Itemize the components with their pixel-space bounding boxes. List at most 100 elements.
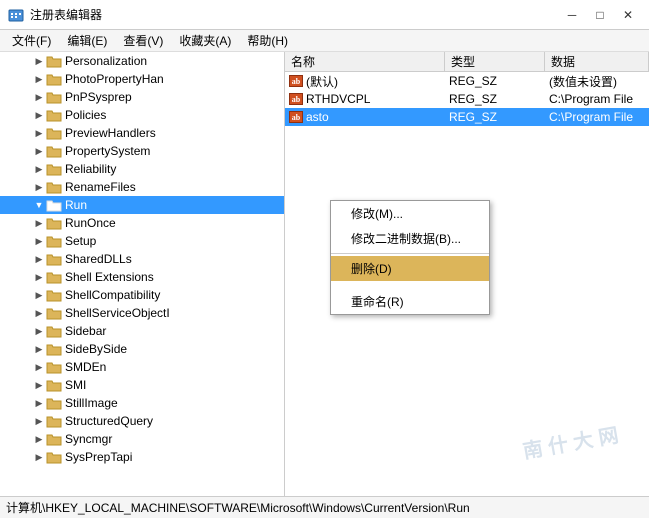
tree-arrow-icon[interactable]: ▶ — [32, 360, 46, 374]
tree-item-label: SMI — [65, 378, 86, 392]
tree-item-label: StillImage — [65, 396, 118, 410]
tree-item[interactable]: ▶ PreviewHandlers — [0, 124, 284, 142]
tree-arrow-icon[interactable]: ▶ — [32, 90, 46, 104]
menu-item[interactable]: 查看(V) — [115, 30, 171, 51]
tree-arrow-icon[interactable]: ▶ — [32, 72, 46, 86]
col-type: 类型 — [445, 52, 545, 71]
tree-item-label: Setup — [65, 234, 96, 248]
tree-arrow-icon[interactable]: ▶ — [32, 342, 46, 356]
tree-item[interactable]: ▶ Policies — [0, 106, 284, 124]
tree-arrow-icon[interactable]: ▶ — [32, 450, 46, 464]
tree-item[interactable]: ▶ SharedDLLs — [0, 250, 284, 268]
tree-item-label: PnPSysprep — [65, 90, 132, 104]
reg-value-icon: ab — [289, 93, 303, 105]
tree-arrow-icon[interactable]: ▶ — [32, 270, 46, 284]
menu-item[interactable]: 帮助(H) — [239, 30, 296, 51]
reg-value-icon: ab — [289, 75, 303, 87]
tree-item[interactable]: ▶ StructuredQuery — [0, 412, 284, 430]
tree-item[interactable]: ▶ SideBySide — [0, 340, 284, 358]
table-header: 名称 类型 数据 — [285, 52, 649, 72]
value-name: asto — [306, 110, 329, 124]
tree-arrow-icon[interactable]: ▶ — [32, 288, 46, 302]
tree-item[interactable]: ▶ StillImage — [0, 394, 284, 412]
tree-arrow-icon[interactable]: ▶ — [32, 54, 46, 68]
tree-item[interactable]: ▶ RenameFiles — [0, 178, 284, 196]
tree-item[interactable]: ▼ Run — [0, 196, 284, 214]
tree-item-label: Shell Extensions — [65, 270, 154, 284]
tree-item-label: Personalization — [65, 54, 147, 68]
context-menu-item[interactable]: 修改(M)... — [331, 201, 489, 226]
context-menu-item[interactable]: 删除(D) — [331, 256, 489, 281]
context-menu-item[interactable] — [331, 281, 489, 289]
tree-item[interactable]: ▶ PnPSysprep — [0, 88, 284, 106]
tree-item[interactable]: ▶ Reliability — [0, 160, 284, 178]
tree-item-label: Syncmgr — [65, 432, 112, 446]
value-name: (默认) — [306, 73, 338, 90]
tree-item[interactable]: ▶ ShellCompatibility — [0, 286, 284, 304]
window-title: 注册表编辑器 — [30, 6, 559, 23]
tree-scroll[interactable]: ▶ Personalization▶ PhotoPropertyHan▶ PnP… — [0, 52, 284, 496]
tree-arrow-icon[interactable]: ▶ — [32, 396, 46, 410]
menu-item[interactable]: 收藏夹(A) — [171, 30, 239, 51]
col-name: 名称 — [285, 52, 445, 71]
tree-arrow-icon[interactable]: ▼ — [32, 198, 46, 212]
tree-arrow-icon[interactable]: ▶ — [32, 432, 46, 446]
tree-item[interactable]: ▶ SMDEn — [0, 358, 284, 376]
tree-item[interactable]: ▶ SysPrepTapi — [0, 448, 284, 466]
tree-item-label: Run — [65, 198, 87, 212]
tree-arrow-icon[interactable]: ▶ — [32, 216, 46, 230]
tree-arrow-icon[interactable]: ▶ — [32, 162, 46, 176]
context-menu-item[interactable]: 重命名(R) — [331, 289, 489, 314]
tree-arrow-icon[interactable]: ▶ — [32, 234, 46, 248]
tree-arrow-icon[interactable]: ▶ — [32, 144, 46, 158]
tree-item[interactable]: ▶ ShellServiceObjectI — [0, 304, 284, 322]
close-button[interactable]: ✕ — [615, 4, 641, 26]
cell-name: ab(默认) — [285, 73, 445, 90]
tree-item[interactable]: ▶ PropertySystem — [0, 142, 284, 160]
table-row[interactable]: ab(默认)REG_SZ(数值未设置) — [285, 72, 649, 90]
tree-item[interactable]: ▶ Shell Extensions — [0, 268, 284, 286]
tree-arrow-icon[interactable]: ▶ — [32, 180, 46, 194]
tree-arrow-icon[interactable]: ▶ — [32, 306, 46, 320]
menu-item[interactable]: 文件(F) — [4, 30, 59, 51]
tree-arrow-icon[interactable]: ▶ — [32, 126, 46, 140]
menu-item[interactable]: 编辑(E) — [59, 30, 115, 51]
status-text: 计算机\HKEY_LOCAL_MACHINE\SOFTWARE\Microsof… — [6, 499, 470, 516]
menu-separator — [331, 253, 489, 254]
tree-arrow-icon[interactable]: ▶ — [32, 378, 46, 392]
tree-arrow-icon[interactable]: ▶ — [32, 414, 46, 428]
cell-type: REG_SZ — [445, 110, 545, 124]
context-menu-item[interactable]: 修改二进制数据(B)... — [331, 226, 489, 251]
tree-item-label: PreviewHandlers — [65, 126, 156, 140]
tree-item[interactable]: ▶ PhotoPropertyHan — [0, 70, 284, 88]
cell-type: REG_SZ — [445, 92, 545, 106]
cell-type: REG_SZ — [445, 74, 545, 88]
tree-item[interactable]: ▶ Setup — [0, 232, 284, 250]
tree-item-label: StructuredQuery — [65, 414, 153, 428]
tree-item-label: ShellServiceObjectI — [65, 306, 170, 320]
minimize-button[interactable]: ─ — [559, 4, 585, 26]
tree-arrow-icon[interactable]: ▶ — [32, 108, 46, 122]
status-bar: 计算机\HKEY_LOCAL_MACHINE\SOFTWARE\Microsof… — [0, 496, 649, 518]
tree-item[interactable]: ▶ SMI — [0, 376, 284, 394]
main-content: ▶ Personalization▶ PhotoPropertyHan▶ PnP… — [0, 52, 649, 496]
table-row[interactable]: abRTHDVCPLREG_SZC:\Program File — [285, 90, 649, 108]
col-data: 数据 — [545, 52, 649, 71]
title-bar: 注册表编辑器 ─ □ ✕ — [0, 0, 649, 30]
table-row[interactable]: abastoREG_SZC:\Program File — [285, 108, 649, 126]
reg-value-icon: ab — [289, 111, 303, 123]
tree-item[interactable]: ▶ Syncmgr — [0, 430, 284, 448]
tree-item-label: SMDEn — [65, 360, 106, 374]
tree-item-label: SharedDLLs — [65, 252, 132, 266]
tree-item[interactable]: ▶ RunOnce — [0, 214, 284, 232]
tree-arrow-icon[interactable]: ▶ — [32, 252, 46, 266]
tree-item[interactable]: ▶ Personalization — [0, 52, 284, 70]
tree-item-label: ShellCompatibility — [65, 288, 160, 302]
tree-item-label: RenameFiles — [65, 180, 136, 194]
maximize-button[interactable]: □ — [587, 4, 613, 26]
tree-item[interactable]: ▶ Sidebar — [0, 322, 284, 340]
context-menu: 修改(M)...修改二进制数据(B)... 删除(D) 重命名(R) — [330, 200, 490, 315]
tree-item-label: RunOnce — [65, 216, 116, 230]
tree-item-label: Sidebar — [65, 324, 106, 338]
tree-arrow-icon[interactable]: ▶ — [32, 324, 46, 338]
